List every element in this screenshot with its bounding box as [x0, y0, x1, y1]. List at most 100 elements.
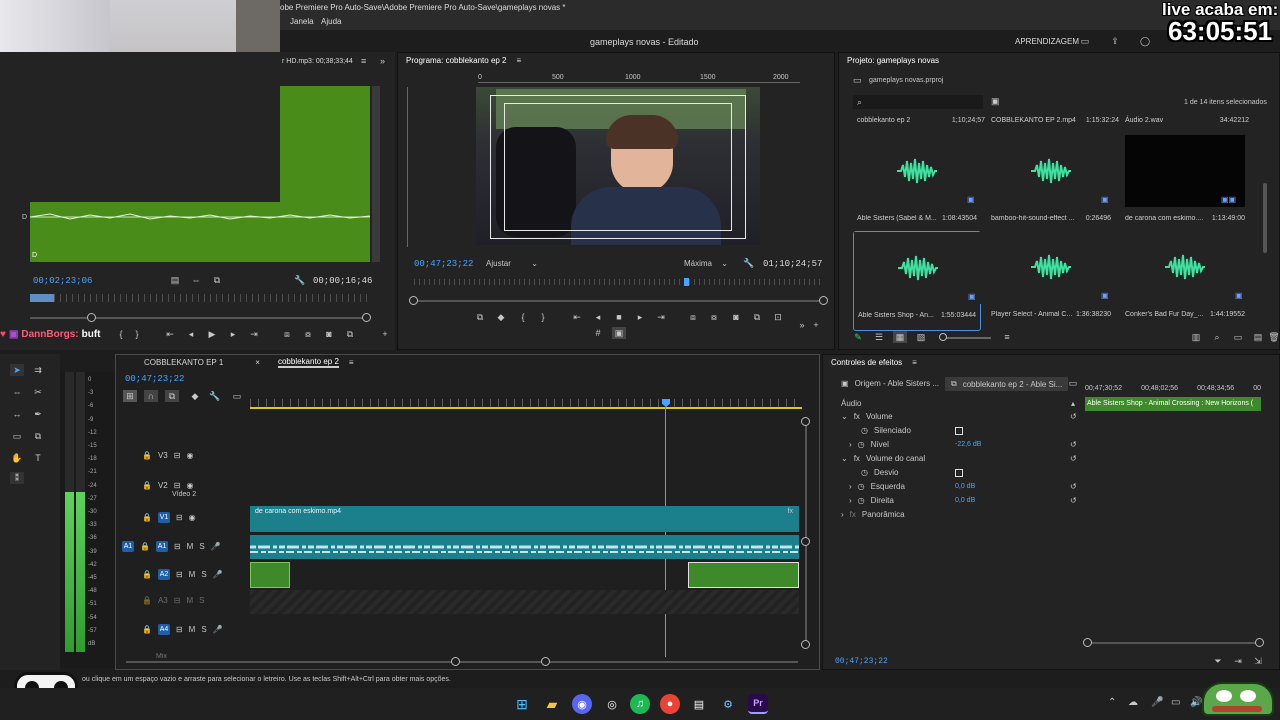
lock-icon[interactable]: 🔒 — [142, 570, 152, 579]
mic-icon[interactable]: 🎤 — [211, 542, 221, 551]
mute-toggle[interactable]: M — [189, 625, 196, 634]
program-goto-out-icon[interactable]: ⇥ — [654, 311, 668, 323]
source-playhead[interactable] — [30, 294, 54, 302]
new-item-icon[interactable]: ▤ — [1251, 331, 1265, 343]
workspace-learning[interactable]: APRENDIZAGEM — [1015, 37, 1079, 46]
sync-icon[interactable]: ⊟ — [174, 481, 181, 490]
track-label-v1[interactable]: V1 — [157, 512, 170, 523]
new-bin-search-icon[interactable]: ▣ — [991, 96, 1000, 107]
hand-icon[interactable]: ✋ — [10, 452, 24, 464]
snap-icon[interactable]: ∩ — [144, 390, 158, 402]
timeline-zoom-handle-r[interactable] — [541, 657, 550, 666]
onedrive-icon[interactable]: ☁ — [1128, 697, 1138, 708]
project-item-1[interactable]: ▣ bamboo-hit-sound-effect ... 0:26496 — [987, 135, 1115, 235]
workspace-icon[interactable]: ▭ — [1078, 35, 1092, 47]
chevron-down-icon[interactable]: ⌄ — [841, 454, 848, 463]
lock-icon[interactable]: 🔒 — [142, 596, 152, 605]
mute-toggle[interactable]: M — [189, 570, 196, 579]
project-search[interactable]: ⌕ — [853, 95, 983, 109]
stopwatch-icon[interactable]: ◷ — [861, 426, 868, 435]
scroll-up-icon[interactable]: ▴ — [1071, 399, 1075, 408]
effects-sequence-tab[interactable]: ⧉ cobblekanto ep 2 - Able Si... — [945, 377, 1069, 391]
source-play-icon[interactable]: ▶ — [205, 328, 219, 340]
lock-icon[interactable]: 🔒 — [142, 481, 152, 490]
discord-icon[interactable]: ◉ — [572, 694, 592, 714]
steam-icon[interactable]: ⚙ — [718, 694, 738, 714]
project-item-5[interactable]: ▣ Conker's Bad Fur Day_... 1:44:19552 — [1121, 231, 1249, 331]
source-right-scroll[interactable] — [372, 86, 380, 262]
chevron-right-icon[interactable]: › — [849, 482, 852, 491]
file-explorer-icon[interactable]: ▰ — [542, 694, 562, 714]
pencil-icon[interactable]: ✎ — [851, 331, 865, 343]
freeform-view-icon[interactable]: ▧ — [914, 331, 928, 343]
program-step-fwd-icon[interactable]: ▸ — [633, 311, 647, 323]
stopwatch-icon[interactable]: ◷ — [858, 496, 865, 505]
source-mark-in-icon[interactable]: { — [114, 328, 128, 340]
bypass-checkbox[interactable] — [955, 469, 963, 477]
windows-start-icon[interactable]: ⊞ — [512, 694, 532, 714]
audio-clip-a1[interactable] — [250, 535, 799, 559]
track-label-a1[interactable]: A1 — [155, 541, 168, 552]
add-marker-icon[interactable]: ◆ — [188, 390, 202, 402]
sync-icon[interactable]: ⊟ — [174, 451, 181, 460]
linked-icon[interactable]: ⧉ — [165, 390, 179, 402]
source-zoom-bar[interactable] — [30, 317, 370, 319]
lock-icon[interactable]: 🔒 — [142, 513, 152, 522]
timeline-scrollbar[interactable] — [126, 661, 798, 663]
chrome-icon[interactable]: ● — [660, 694, 680, 714]
type-icon[interactable]: T — [31, 452, 45, 464]
selection-tool-icon[interactable]: ➤ — [10, 364, 24, 376]
mic-icon[interactable]: 🎤 — [213, 570, 223, 579]
source-patch-a1[interactable]: A1 — [122, 541, 134, 552]
solo-toggle[interactable]: S — [199, 542, 204, 551]
program-camera-icon[interactable]: ◙ — [729, 311, 743, 323]
eye-icon[interactable]: ◉ — [189, 513, 196, 522]
rate-stretch-icon[interactable]: ⧉ — [31, 430, 45, 442]
razor-icon[interactable]: ✂ — [31, 386, 45, 398]
source-timecode-in[interactable]: 00;02;23;06 — [33, 276, 92, 286]
source-zoom-handle-r[interactable] — [362, 313, 371, 322]
rectangle-icon[interactable]: ▭ — [10, 430, 24, 442]
program-zoom-handle-l[interactable] — [409, 296, 418, 305]
track-label-a2[interactable]: A2 — [157, 569, 170, 580]
timeline-vscroll-handle-top[interactable] — [801, 417, 810, 426]
mute-checkbox[interactable] — [955, 427, 963, 435]
thumb-size-slider[interactable] — [941, 337, 991, 339]
filter-icon[interactable]: ⏷ — [1211, 655, 1225, 667]
effects-tab[interactable]: Controles de efeitos — [831, 358, 902, 367]
tray-chevron-icon[interactable]: ⌃ — [1108, 697, 1116, 708]
source-drag-audio-icon[interactable]: ⧉ — [210, 274, 224, 286]
reset-icon[interactable]: ↺ — [1070, 482, 1077, 491]
source-export-frame-icon[interactable]: ◙ — [322, 328, 336, 340]
program-fit-select[interactable]: Ajustar ⌄ — [482, 257, 542, 270]
trash-icon[interactable]: 🗑 — [1267, 331, 1280, 343]
program-step-back-icon[interactable]: ◂ — [591, 311, 605, 323]
program-tab-menu-icon[interactable]: ≡ — [517, 56, 522, 65]
project-item-0[interactable]: ▣ Able Sisters (Sabel & M... 1:08:43504 — [853, 135, 981, 235]
reset-icon[interactable]: ↺ — [1070, 440, 1077, 449]
icon-view-icon[interactable]: ▦ — [893, 331, 907, 343]
sync-icon[interactable]: ⊟ — [174, 542, 181, 551]
source-fit-icon[interactable]: ▤ — [168, 274, 182, 286]
project-toprow-2[interactable]: Áudio 2.wav 34:42212 — [1125, 117, 1249, 124]
premiere-icon[interactable]: Pr — [748, 694, 768, 714]
find-icon[interactable]: ⌕ — [1210, 331, 1224, 343]
sync-icon[interactable]: ⊟ — [176, 513, 183, 522]
source-expand-icon[interactable]: » — [380, 56, 385, 66]
mute-toggle[interactable]: M — [186, 596, 193, 605]
lock-icon[interactable]: 🔒 — [142, 625, 152, 634]
source-overwrite-icon[interactable]: ⧇ — [301, 328, 315, 340]
stopwatch-icon[interactable]: ◷ — [861, 468, 868, 477]
source-mark-out-icon[interactable]: } — [130, 328, 144, 340]
sync-icon[interactable]: ⊟ — [174, 596, 181, 605]
source-zoom-handle-l[interactable] — [87, 313, 96, 322]
program-playhead[interactable] — [684, 278, 689, 286]
sequence-tab-ep2[interactable]: cobblekanto ep 2 — [277, 357, 339, 368]
program-more-icon[interactable]: » — [795, 319, 809, 331]
scene-edit-icon[interactable]: ⁑ — [10, 472, 24, 484]
lock-icon[interactable]: 🔒 — [140, 542, 150, 551]
project-toprow-0[interactable]: cobblekanto ep 2 1;10;24;57 — [857, 117, 985, 124]
track-label-a4[interactable]: A4 — [157, 624, 170, 635]
sequence-tab-ep1[interactable]: COBBLEKANTO EP 1 — [144, 358, 223, 367]
reset-icon[interactable]: ↺ — [1070, 454, 1077, 463]
